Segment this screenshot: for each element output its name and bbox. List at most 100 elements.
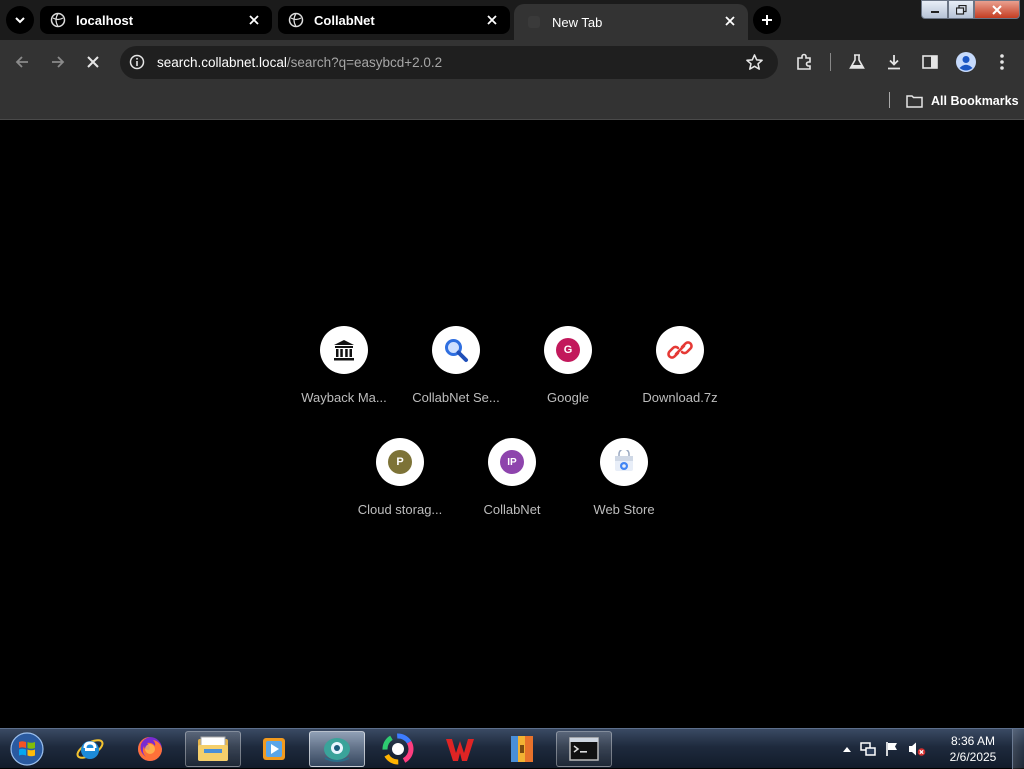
- taskbar-color-app[interactable]: [370, 731, 426, 767]
- network-tray-icon[interactable]: [860, 741, 876, 757]
- windows-start-icon: [10, 732, 44, 766]
- toolbar-separator: [830, 53, 831, 71]
- shortcut-cloud-storage[interactable]: P Cloud storag...: [344, 438, 456, 550]
- speaker-muted-icon: [909, 742, 926, 756]
- taskbar-command-prompt[interactable]: [556, 731, 612, 767]
- app-icon: [324, 738, 350, 762]
- shortcut-google[interactable]: G Google: [512, 326, 624, 438]
- close-tab-icon[interactable]: [722, 13, 738, 29]
- tab-collabnet[interactable]: CollabNet: [278, 6, 510, 34]
- bookmark-star-icon[interactable]: [745, 53, 764, 72]
- shortcut-download-7z[interactable]: Download.7z: [624, 326, 736, 438]
- shortcut-label: Wayback Ma...: [301, 390, 387, 405]
- close-icon: [87, 56, 99, 68]
- browser-toolbar: search.collabnet.local/search?q=easybcd+…: [0, 40, 1024, 85]
- avatar-icon: [956, 52, 976, 72]
- taskbar-archive-manager[interactable]: [494, 731, 550, 767]
- windows-taskbar: 8:36 AM 2/6/2025: [0, 728, 1024, 769]
- taskbar-clock[interactable]: 8:36 AM 2/6/2025: [942, 733, 1004, 765]
- window-controls: [921, 0, 1020, 20]
- url-path: /search?q=easybcd+2.0.2: [286, 55, 443, 70]
- letter-icon: IP: [500, 450, 524, 474]
- shortcut-label: Google: [547, 390, 589, 405]
- shortcut-icon-circle: [432, 326, 480, 374]
- new-tab-favicon-icon: [526, 14, 542, 30]
- shortcut-icon-circle: P: [376, 438, 424, 486]
- arrow-right-icon: [52, 56, 65, 68]
- close-tab-icon[interactable]: [246, 12, 262, 28]
- restore-button[interactable]: [948, 0, 974, 19]
- web-store-icon: [615, 450, 633, 471]
- shortcut-web-store[interactable]: Web Store: [568, 438, 680, 550]
- all-bookmarks-button[interactable]: All Bookmarks: [906, 91, 1019, 111]
- forward-button[interactable]: [46, 50, 70, 74]
- shortcut-wayback-machine[interactable]: Wayback Ma...: [288, 326, 400, 438]
- taskbar-file-explorer[interactable]: [185, 731, 241, 767]
- show-hidden-icons-button[interactable]: [842, 745, 852, 753]
- all-bookmarks-label: All Bookmarks: [931, 94, 1019, 108]
- site-info-icon[interactable]: [129, 54, 145, 70]
- new-tab-button[interactable]: [753, 6, 781, 34]
- color-wheel-icon: [382, 733, 414, 765]
- plus-icon: [762, 15, 772, 25]
- show-desktop-button[interactable]: [1012, 729, 1024, 769]
- stop-loading-button[interactable]: [81, 50, 105, 74]
- close-tab-icon[interactable]: [484, 12, 500, 28]
- url-text[interactable]: search.collabnet.local/search?q=easybcd+…: [157, 55, 442, 70]
- start-button[interactable]: [8, 731, 46, 767]
- command-prompt-icon: [569, 737, 599, 761]
- taskbar-media-player[interactable]: [246, 731, 302, 767]
- minimize-icon: [930, 10, 939, 13]
- letter-icon: P: [388, 450, 412, 474]
- tab-title: New Tab: [552, 14, 603, 30]
- side-panel-icon: [922, 55, 938, 69]
- extensions-button[interactable]: [794, 52, 814, 72]
- shortcut-label: CollabNet Se...: [412, 390, 500, 405]
- chevron-up-icon: [843, 747, 851, 752]
- clock-date: 2/6/2025: [949, 750, 997, 764]
- address-bar[interactable]: search.collabnet.local/search?q=easybcd+…: [120, 46, 778, 79]
- more-vert-icon: [1000, 54, 1004, 70]
- museum-icon: [334, 340, 354, 361]
- archive-icon: [511, 736, 533, 762]
- volume-tray-icon[interactable]: [908, 741, 926, 757]
- chevron-down-icon: [15, 17, 25, 24]
- shortcut-icon-circle: [600, 438, 648, 486]
- taskbar-internet-explorer[interactable]: [62, 731, 118, 767]
- taskbar-active-app[interactable]: [309, 731, 365, 767]
- clock-time: 8:36 AM: [950, 734, 996, 748]
- arrow-left-icon: [15, 56, 28, 68]
- shortcut-collabnet[interactable]: IP CollabNet: [456, 438, 568, 550]
- tab-strip: localhost CollabNet New Tab: [0, 0, 1024, 40]
- tab-localhost[interactable]: localhost: [40, 6, 272, 34]
- internet-explorer-icon: [76, 739, 104, 759]
- side-panel-button[interactable]: [920, 52, 940, 72]
- shortcut-label: Web Store: [593, 502, 655, 517]
- tab-title: localhost: [76, 12, 134, 28]
- downloads-button[interactable]: [884, 52, 904, 72]
- close-window-button[interactable]: [974, 0, 1020, 19]
- tab-new-tab[interactable]: New Tab: [514, 4, 748, 40]
- minimize-button[interactable]: [921, 0, 948, 19]
- search-icon: [445, 339, 468, 362]
- profile-button[interactable]: [955, 51, 977, 73]
- shortcut-icon-circle: [656, 326, 704, 374]
- menu-button[interactable]: [992, 52, 1012, 72]
- taskbar-firefox[interactable]: [122, 731, 178, 767]
- shortcut-label: CollabNet: [483, 502, 541, 517]
- shortcut-collabnet-search[interactable]: CollabNet Se...: [400, 326, 512, 438]
- tab-search-button[interactable]: [6, 6, 34, 34]
- taskbar-wps-office[interactable]: [432, 731, 488, 767]
- url-host: search.collabnet.local: [157, 55, 287, 70]
- shortcut-label: Cloud storag...: [357, 502, 443, 517]
- tab-title: CollabNet: [314, 12, 375, 28]
- action-center-tray-icon[interactable]: [884, 741, 900, 757]
- back-button[interactable]: [10, 50, 34, 74]
- firefox-icon: [138, 737, 162, 761]
- shortcut-icon-circle: IP: [488, 438, 536, 486]
- media-player-icon: [263, 738, 285, 760]
- letter-icon: G: [556, 338, 580, 362]
- network-icon: [860, 742, 876, 756]
- labs-button[interactable]: [847, 52, 867, 72]
- shortcut-label: Download.7z: [642, 390, 718, 405]
